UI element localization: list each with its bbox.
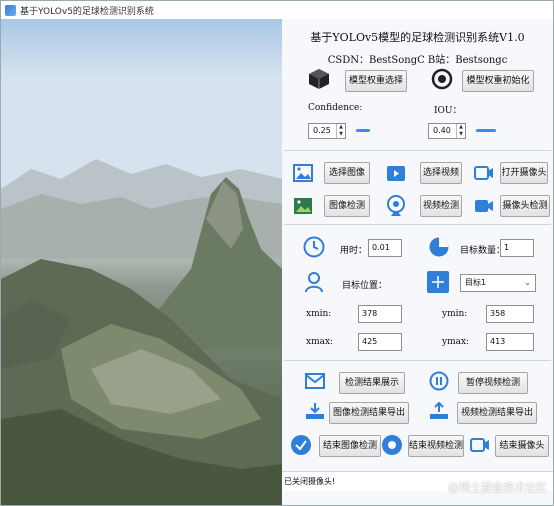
xmax-label: xmax:	[306, 337, 334, 347]
select-image-button[interactable]: 选择图像	[324, 162, 370, 184]
play-icon	[386, 164, 406, 185]
divider	[284, 150, 551, 151]
user-location-icon	[304, 271, 324, 296]
chevron-down-icon: ⌄	[524, 278, 531, 287]
xmin-field: 378	[358, 305, 402, 323]
camera-detect-button[interactable]: 摄像头检测	[500, 195, 550, 217]
webcam-icon	[386, 195, 406, 220]
confidence-spinbox[interactable]: 0.25 ▲ ▼	[308, 123, 346, 139]
video-camera-icon	[474, 166, 494, 183]
target-select-value: 目标1	[465, 278, 487, 287]
show-results-button[interactable]: 检测结果展示	[339, 372, 405, 394]
xmin-label: xmin:	[306, 309, 332, 319]
xmax-field: 425	[358, 333, 402, 351]
control-panel: 基于YOLOv5模型的足球检测识别系统V1.0 CSDN：BestSongC B…	[282, 19, 553, 505]
end-image-detect-button[interactable]: 结束图像检测	[319, 435, 381, 457]
select-video-button[interactable]: 选择视频	[420, 162, 462, 184]
title-bar: 基于YOLOv5的足球检测识别系统	[1, 1, 553, 19]
elapsed-time-label: 用时：	[340, 246, 368, 256]
settings-icon	[430, 67, 454, 94]
pause-icon	[429, 371, 449, 394]
spin-arrows-icon[interactable]: ▲ ▼	[336, 124, 345, 138]
target-icon	[427, 271, 449, 296]
ymax-label: ymax:	[442, 337, 470, 347]
divider	[284, 224, 551, 225]
iou-slider[interactable]	[476, 129, 496, 132]
ymax-field: 413	[486, 333, 534, 351]
upload-icon	[429, 401, 449, 423]
cube-icon	[307, 67, 331, 94]
ymin-label: ymin:	[442, 309, 468, 319]
end-video-detect-button[interactable]: 结束视频检测	[408, 435, 464, 457]
pie-chart-icon	[428, 236, 450, 261]
clock-icon	[303, 236, 325, 261]
app-icon	[5, 4, 16, 16]
window-title: 基于YOLOv5的足球检测识别系统	[20, 6, 154, 17]
spin-arrows-icon[interactable]: ▲ ▼	[456, 124, 465, 138]
export-video-results-button[interactable]: 视频检测结果导出	[457, 402, 537, 424]
target-count-label: 目标数量：	[460, 246, 506, 256]
elapsed-time-field: 0.01	[368, 239, 402, 257]
mail-icon	[305, 373, 325, 392]
author-info: CSDN：BestSongC B站：Bestsongc	[327, 55, 508, 66]
detection-image-view	[1, 19, 282, 505]
mountain-landscape-image	[1, 19, 282, 505]
divider	[284, 360, 551, 361]
export-image-results-button[interactable]: 图像检测结果导出	[329, 402, 409, 424]
target-count-field: 1	[500, 239, 534, 257]
iou-value: 0.40	[433, 126, 451, 135]
model-weight-init-button[interactable]: 模型权重初始化	[462, 70, 534, 92]
camera-detect-icon	[474, 199, 494, 216]
confidence-value: 0.25	[313, 126, 331, 135]
ymin-field: 358	[486, 305, 534, 323]
stop-circle-icon	[381, 434, 403, 459]
camera-off-icon	[470, 437, 490, 456]
video-detect-button[interactable]: 视频检测	[420, 195, 462, 217]
download-icon	[305, 402, 325, 423]
watermark: @稀土掘金技术社区	[448, 481, 547, 494]
pause-video-button[interactable]: 暂停视频检测	[458, 372, 528, 394]
target-select-dropdown[interactable]: 目标1 ⌄	[460, 274, 536, 292]
confidence-slider[interactable]	[356, 129, 370, 132]
iou-spinbox[interactable]: 0.40 ▲ ▼	[428, 123, 466, 139]
end-camera-button[interactable]: 结束摄像头	[495, 435, 549, 457]
status-message: 已关闭摄像头!	[284, 477, 336, 486]
app-window: 基于YOLOv5的足球检测识别系统 基于YOLOv5模型的足球检测识别系统V1.…	[0, 0, 554, 506]
iou-label: IOU：	[434, 106, 462, 116]
model-weight-select-button[interactable]: 模型权重选择	[345, 70, 407, 92]
check-circle-icon	[290, 434, 312, 459]
image-icon	[293, 164, 313, 185]
open-camera-button[interactable]: 打开摄像头	[500, 162, 548, 184]
image-detect-button[interactable]: 图像检测	[324, 195, 370, 217]
app-heading: 基于YOLOv5模型的足球检测识别系统V1.0	[310, 31, 525, 44]
image-detect-icon	[293, 197, 313, 218]
target-position-label: 目标位置：	[342, 281, 388, 291]
confidence-label: Confidence:	[308, 103, 363, 113]
